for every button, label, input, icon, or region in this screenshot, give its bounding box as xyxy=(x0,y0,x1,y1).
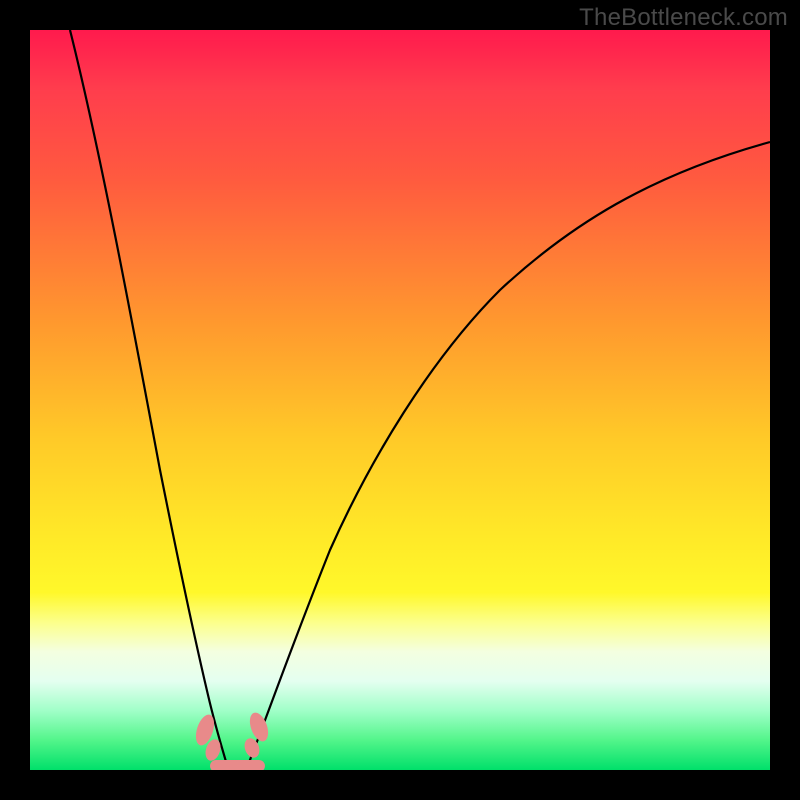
plot-area xyxy=(30,30,770,770)
left-curve xyxy=(70,30,227,765)
chart-frame: TheBottleneck.com xyxy=(0,0,800,800)
curves-layer xyxy=(30,30,770,770)
watermark-text: TheBottleneck.com xyxy=(579,4,788,32)
ideal-band-ribbon xyxy=(210,760,265,770)
right-curve xyxy=(248,142,770,765)
